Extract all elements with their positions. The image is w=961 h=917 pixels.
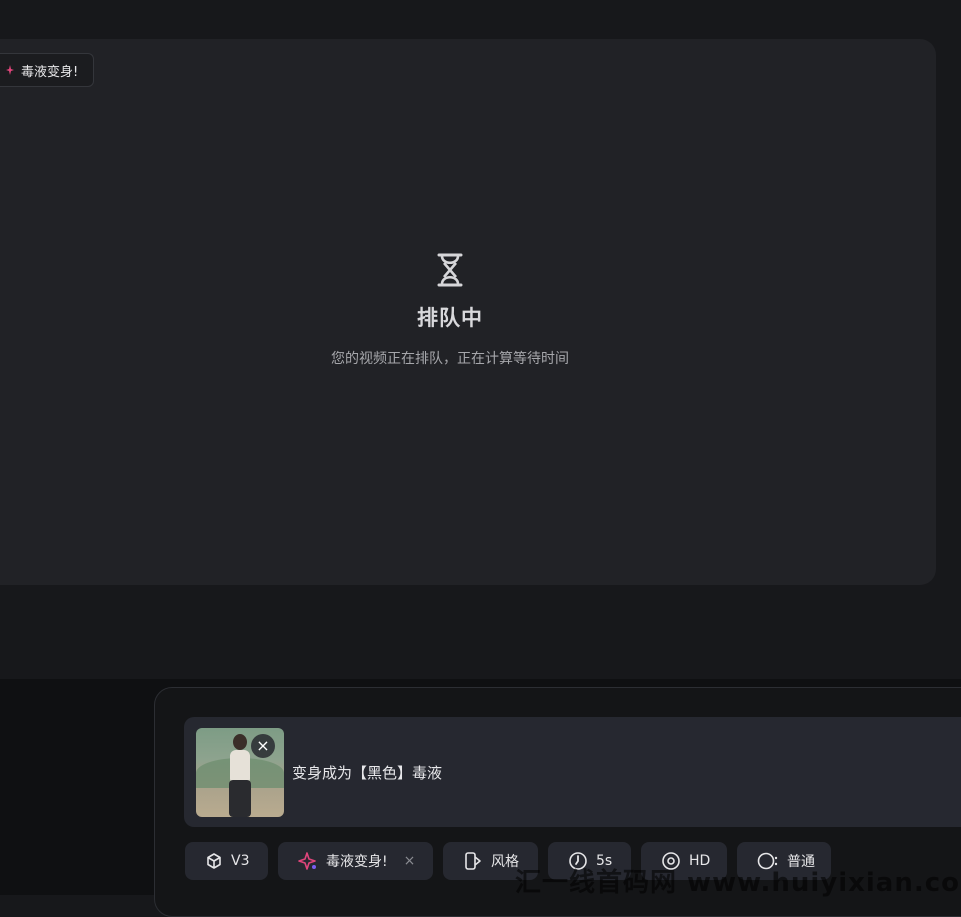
option-model[interactable]: V3: [185, 842, 268, 880]
remove-image-button[interactable]: ×: [251, 734, 275, 758]
effect-tag-label: 毒液变身!: [21, 64, 79, 80]
watermark: 汇一线首码网 www.huiyixian.com: [515, 868, 961, 898]
option-model-label: V3: [231, 853, 250, 869]
sparkle-icon: [298, 851, 318, 871]
option-effect-label: 毒液变身!: [326, 854, 388, 870]
hourglass-icon: [435, 252, 465, 288]
option-effect[interactable]: 毒液变身! ×: [278, 842, 433, 880]
thumbnail-person-legs: [229, 780, 251, 817]
queue-title: 排队中: [417, 306, 483, 330]
queue-description: 您的视频正在排队，正在计算等待时间: [331, 351, 569, 367]
sparkle-icon: [5, 64, 15, 76]
cube-icon: [205, 852, 223, 870]
effect-tag[interactable]: 毒液变身!: [0, 53, 94, 87]
style-icon: [463, 851, 483, 871]
thumbnail-person-body: [230, 750, 250, 782]
remove-effect-button[interactable]: ×: [404, 853, 416, 869]
prompt-text[interactable]: 变身成为【黑色】毒液: [292, 762, 442, 783]
thumbnail-person-head: [233, 734, 247, 750]
queue-status: 排队中 您的视频正在排队，正在计算等待时间: [300, 252, 600, 368]
